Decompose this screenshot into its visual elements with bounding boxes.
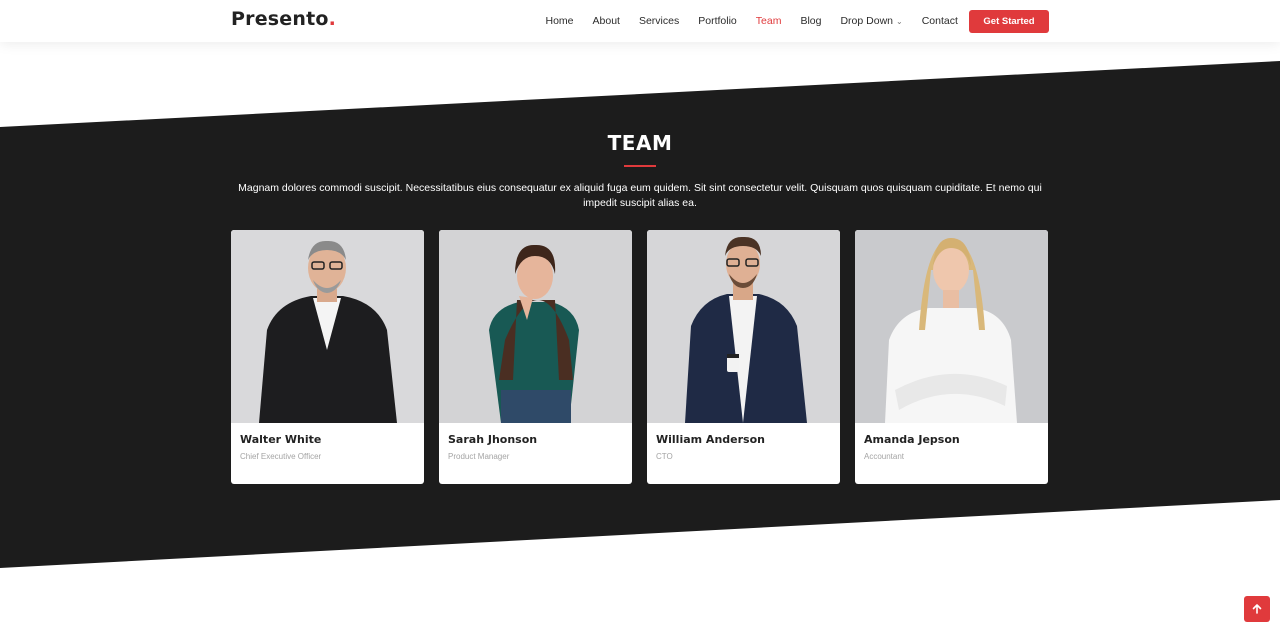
team-member-card[interactable]: Amanda Jepson Accountant: [855, 230, 1048, 484]
team-grid: Walter White Chief Executive Officer Sar…: [231, 230, 1048, 484]
member-role: Product Manager: [448, 452, 510, 461]
member-photo: [855, 230, 1048, 423]
member-photo: [647, 230, 840, 423]
nav-contact[interactable]: Contact: [922, 15, 958, 27]
scroll-to-top-button[interactable]: [1244, 596, 1270, 622]
member-name: William Anderson: [656, 433, 765, 446]
team-member-card[interactable]: William Anderson CTO: [647, 230, 840, 484]
member-name: Amanda Jepson: [864, 433, 960, 446]
member-name: Walter White: [240, 433, 322, 446]
site-header: Presento. Home About Services Portfolio …: [0, 0, 1280, 42]
nav-drop-down-label: Drop Down: [840, 15, 893, 27]
main-nav: Home About Services Portfolio Team Blog …: [536, 0, 967, 42]
section-title: TEAM: [607, 131, 673, 155]
nav-portfolio[interactable]: Portfolio: [698, 15, 737, 27]
nav-team[interactable]: Team: [756, 15, 782, 27]
nav-drop-down[interactable]: Drop Down ⌄: [840, 15, 902, 27]
section-description: Magnam dolores commodi suscipit. Necessi…: [238, 182, 1042, 209]
member-role: CTO: [656, 452, 673, 461]
title-underline: [624, 165, 656, 167]
member-role: Accountant: [864, 452, 905, 461]
get-started-button[interactable]: Get Started: [969, 10, 1049, 33]
arrow-up-icon: [1252, 604, 1262, 614]
team-member-card[interactable]: Sarah Jhonson Product Manager: [439, 230, 632, 484]
nav-blog[interactable]: Blog: [800, 15, 821, 27]
logo[interactable]: Presento.: [231, 8, 336, 30]
nav-about[interactable]: About: [593, 15, 620, 27]
member-name: Sarah Jhonson: [448, 433, 538, 446]
chevron-down-icon: ⌄: [896, 16, 903, 26]
member-role: Chief Executive Officer: [240, 452, 322, 461]
nav-services[interactable]: Services: [639, 15, 679, 27]
team-member-card[interactable]: Walter White Chief Executive Officer: [231, 230, 424, 484]
member-photo: [439, 230, 632, 423]
nav-home[interactable]: Home: [546, 15, 574, 27]
member-photo: [231, 230, 424, 423]
